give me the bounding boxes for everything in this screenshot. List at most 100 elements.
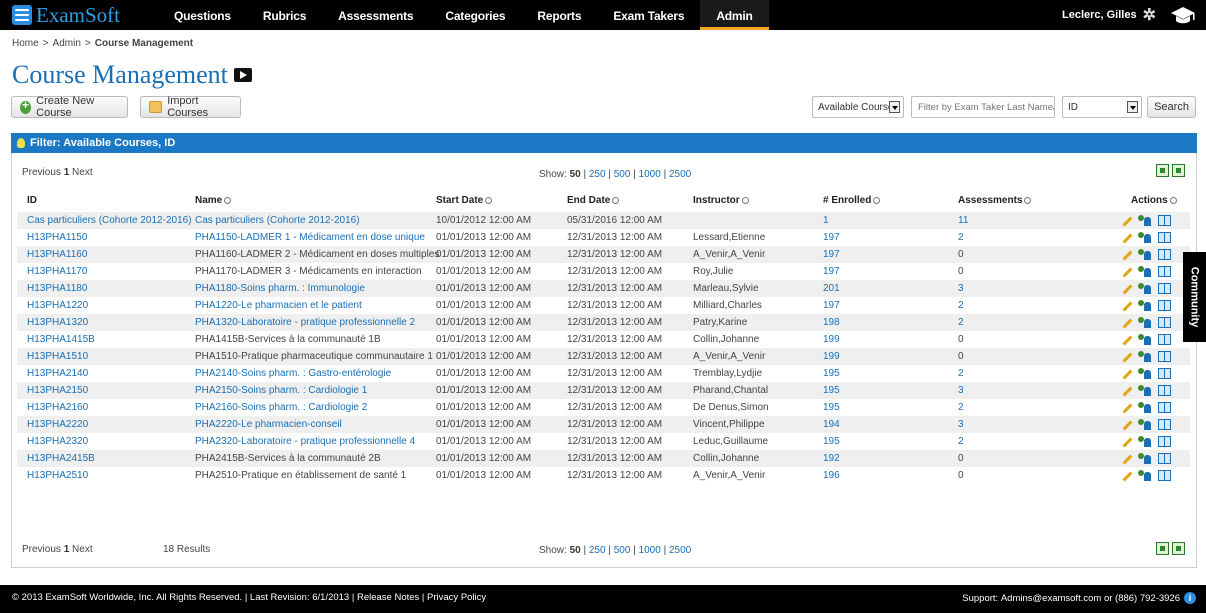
enrolled-count-link[interactable]: 197 [823,246,840,263]
manage-exam-takers-icon[interactable] [1138,317,1152,328]
assessments-count-link[interactable]: 2 [958,314,964,331]
view-course-icon[interactable] [1158,232,1171,243]
course-id-link[interactable]: H13PHA1170 [27,263,87,280]
course-name-link[interactable]: PHA2140-Soins pharm. : Gastro-entérologi… [195,365,391,382]
enrolled-count-link[interactable]: 197 [823,229,840,246]
course-name-link[interactable]: PHA2160-Soins pharm. : Cardiologie 2 [195,399,367,416]
assessments-count-link[interactable]: 3 [958,416,964,433]
show-option-250[interactable]: 250 [589,169,606,180]
edit-pencil-icon[interactable] [1122,301,1132,311]
course-id-link[interactable]: H13PHA1510 [27,348,88,365]
enrolled-count-link[interactable]: 192 [823,450,840,467]
course-id-link[interactable]: H13PHA1320 [27,314,88,331]
examsoft-logo[interactable]: ExamSoft [12,2,120,28]
show-option-500[interactable]: 500 [614,545,631,556]
edit-pencil-icon[interactable] [1122,233,1132,243]
manage-exam-takers-icon[interactable] [1138,385,1152,396]
enrolled-count-link[interactable]: 197 [823,297,840,314]
dropdown-arrow-icon[interactable] [1127,101,1138,113]
assessments-count-link[interactable]: 2 [958,399,964,416]
course-id-link[interactable]: H13PHA1150 [27,229,87,246]
next-page-link[interactable]: Next [72,167,93,178]
breadcrumb-home[interactable]: Home [12,38,39,49]
course-id-link[interactable]: H13PHA1180 [27,280,87,297]
enrolled-count-link[interactable]: 199 [823,348,840,365]
manage-exam-takers-icon[interactable] [1138,249,1152,260]
edit-pencil-icon[interactable] [1122,216,1132,226]
nav-item-assessments[interactable]: Assessments [322,0,429,30]
show-option-1000[interactable]: 1000 [639,169,661,180]
support-email-link[interactable]: Admins@examsoft.com [1001,593,1101,604]
view-course-icon[interactable] [1158,368,1171,379]
assessments-count-link[interactable]: 2 [958,297,964,314]
export-excel-icon[interactable] [1172,164,1185,177]
assessments-count-link[interactable]: 3 [958,382,964,399]
show-option-2500[interactable]: 2500 [669,169,691,180]
enrolled-count-link[interactable]: 199 [823,331,840,348]
export-csv-icon[interactable] [1156,164,1169,177]
view-course-icon[interactable] [1158,402,1171,413]
import-courses-button[interactable]: Import Courses [140,95,241,119]
view-course-icon[interactable] [1158,266,1171,277]
release-notes-link[interactable]: Release Notes [357,592,419,603]
dropdown-arrow-icon[interactable] [889,101,900,113]
course-id-link[interactable]: H13PHA1160 [27,246,87,263]
enrolled-count-link[interactable]: 198 [823,314,840,331]
breadcrumb-admin[interactable]: Admin [53,38,81,49]
gear-icon[interactable]: ✲ [1143,5,1156,25]
course-id-link[interactable]: H13PHA1415B [27,331,95,348]
sort-icon[interactable] [873,196,881,204]
edit-pencil-icon[interactable] [1122,403,1132,413]
course-id-link[interactable]: H13PHA2415B [27,450,95,467]
graduation-cap-icon[interactable] [1170,5,1196,25]
manage-exam-takers-icon[interactable] [1138,283,1152,294]
nav-item-reports[interactable]: Reports [521,0,597,30]
manage-exam-takers-icon[interactable] [1138,300,1152,311]
view-course-icon[interactable] [1158,436,1171,447]
create-new-course-button[interactable]: Create New Course [11,95,128,119]
manage-exam-takers-icon[interactable] [1138,470,1152,481]
nav-item-admin[interactable]: Admin [700,0,769,30]
show-option-1000[interactable]: 1000 [639,545,661,556]
edit-pencil-icon[interactable] [1122,420,1132,430]
view-course-icon[interactable] [1158,300,1171,311]
course-name-link[interactable]: PHA1320-Laboratoire - pratique professio… [195,314,415,331]
nav-item-categories[interactable]: Categories [429,0,521,30]
assessments-count-link[interactable]: 2 [958,433,964,450]
edit-pencil-icon[interactable] [1122,369,1132,379]
manage-exam-takers-icon[interactable] [1138,232,1152,243]
community-tab[interactable]: Community [1183,252,1206,342]
enrolled-count-link[interactable]: 195 [823,365,840,382]
edit-pencil-icon[interactable] [1122,267,1132,277]
enrolled-count-link[interactable]: 201 [823,280,840,297]
column-header-assessments[interactable]: Assessments [958,195,1032,206]
column-header-name[interactable]: Name [195,195,232,206]
edit-pencil-icon[interactable] [1122,318,1132,328]
filter-field-select[interactable]: ID [1062,96,1142,118]
next-page-link[interactable]: Next [72,544,93,555]
edit-pencil-icon[interactable] [1122,471,1132,481]
column-header-start-date[interactable]: Start Date [436,195,493,206]
edit-pencil-icon[interactable] [1122,284,1132,294]
edit-pencil-icon[interactable] [1122,437,1132,447]
manage-exam-takers-icon[interactable] [1138,351,1152,362]
course-name-link[interactable]: PHA1150-LADMER 1 - Médicament en dose un… [195,229,425,246]
assessments-count-link[interactable]: 2 [958,365,964,382]
column-header-enrolled[interactable]: # Enrolled [823,195,881,206]
manage-exam-takers-icon[interactable] [1138,402,1152,413]
course-name-link[interactable]: PHA2320-Laboratoire - pratique professio… [195,433,415,450]
course-name-link[interactable]: PHA2150-Soins pharm. : Cardiologie 1 [195,382,367,399]
video-help-icon[interactable] [233,68,252,82]
nav-item-exam-takers[interactable]: Exam Takers [597,0,700,30]
previous-page-link[interactable]: Previous [22,544,61,555]
assessments-count-link[interactable]: 11 [958,212,968,229]
course-availability-select[interactable]: Available Courses [812,96,904,118]
edit-pencil-icon[interactable] [1122,250,1132,260]
edit-pencil-icon[interactable] [1122,335,1132,345]
manage-exam-takers-icon[interactable] [1138,419,1152,430]
course-name-link[interactable]: PHA2220-Le pharmacien-conseil [195,416,342,433]
manage-exam-takers-icon[interactable] [1138,436,1152,447]
enrolled-count-link[interactable]: 1 [823,212,829,229]
course-name-link[interactable]: PHA1180-Soins pharm. : Immunologie [195,280,365,297]
sort-icon[interactable] [1169,196,1177,204]
